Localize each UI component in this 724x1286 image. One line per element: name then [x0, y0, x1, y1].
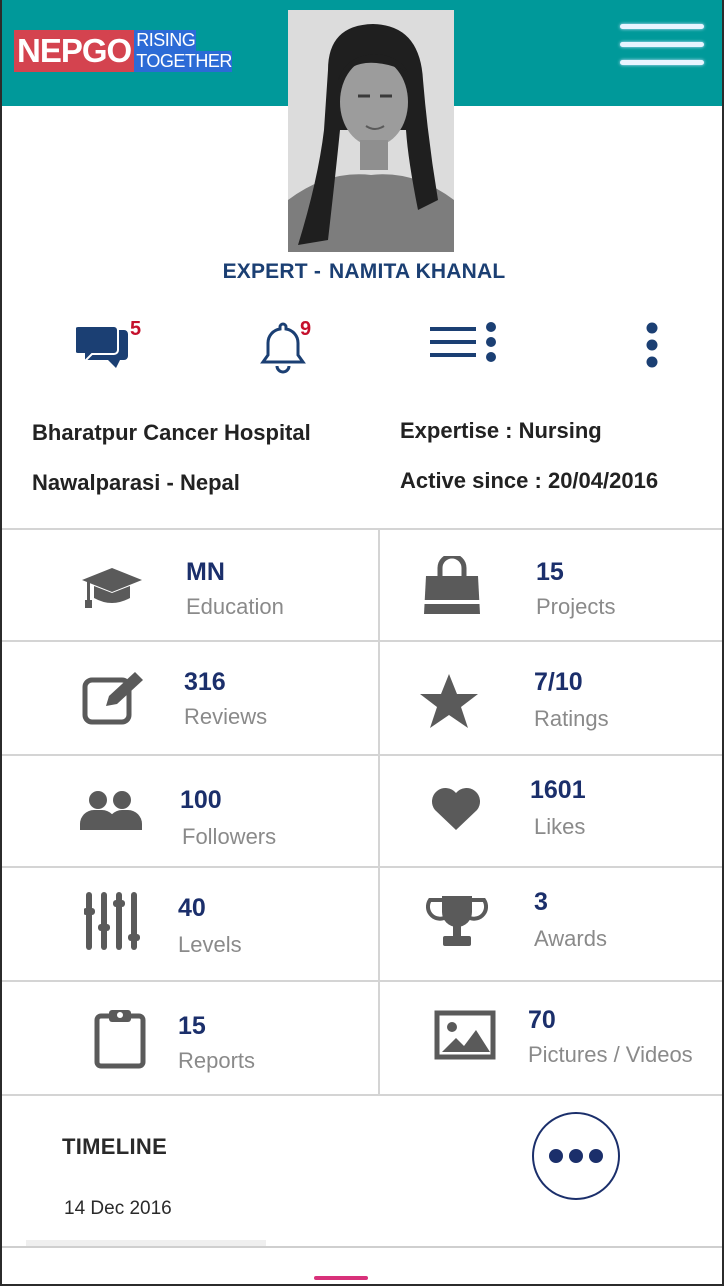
- horizontal-dots-icon[interactable]: [532, 1112, 620, 1200]
- expertise-text: Expertise : Nursing: [400, 418, 602, 443]
- vertical-dots-icon[interactable]: [642, 322, 662, 368]
- star-icon: [418, 672, 480, 735]
- chat-bubbles-icon[interactable]: 5: [73, 318, 141, 374]
- stat-value: 40: [178, 894, 206, 922]
- location-text: Nawalparasi - Nepal: [32, 470, 240, 495]
- stat-label: Reports: [178, 1048, 256, 1073]
- stat-likes[interactable]: 1601 Likes: [380, 756, 722, 866]
- stat-value: 1601: [530, 776, 586, 804]
- heart-icon: [430, 786, 482, 837]
- trophy-icon: [426, 892, 488, 953]
- image-icon: [434, 1010, 496, 1065]
- stat-label: Projects: [536, 594, 616, 619]
- stat-awards[interactable]: 3 Awards: [380, 868, 722, 980]
- tagline-line-2: TOGETHER: [134, 51, 232, 72]
- expert-role: EXPERT -: [222, 260, 322, 283]
- logo-wordmark: NEPGO: [14, 30, 135, 72]
- graduation-cap-icon: [80, 566, 144, 615]
- stat-label: Followers: [182, 824, 277, 849]
- messages-count-badge: 5: [130, 318, 142, 340]
- stat-value: 7/10: [534, 668, 583, 696]
- nepgo-logo[interactable]: NEPGO RISING TOGETHER: [14, 30, 232, 72]
- stat-followers[interactable]: 100 Followers: [2, 756, 378, 866]
- timeline-date: 14 Dec 2016: [64, 1198, 172, 1219]
- stat-reports[interactable]: 15 Reports: [2, 982, 378, 1094]
- tagline-line-1: RISING: [134, 30, 197, 51]
- sliders-icon: [83, 890, 140, 957]
- active-since-text: Active since : 20/04/2016: [400, 468, 659, 493]
- stat-label: Pictures / Videos: [528, 1042, 693, 1067]
- stat-value: 3: [534, 888, 548, 916]
- stat-ratings[interactable]: 7/10 Ratings: [380, 642, 722, 754]
- stat-education[interactable]: MN Education: [2, 528, 378, 640]
- notifications-count-badge: 9: [300, 318, 312, 340]
- list-options-icon[interactable]: [430, 322, 500, 366]
- stat-value: 15: [536, 558, 564, 586]
- stat-value: MN: [186, 558, 225, 586]
- edit-pencil-icon: [82, 672, 146, 731]
- stat-value: 70: [528, 1006, 556, 1034]
- stat-levels[interactable]: 40 Levels: [2, 868, 378, 980]
- stat-label: Likes: [534, 814, 586, 839]
- stat-label: Ratings: [534, 706, 609, 731]
- stat-label: Awards: [534, 926, 607, 951]
- users-icon: [78, 790, 144, 837]
- shopping-bag-icon: [422, 553, 482, 621]
- stat-value: 15: [178, 1012, 206, 1040]
- stat-reviews[interactable]: 316 Reviews: [2, 642, 378, 754]
- stat-label: Education: [186, 594, 284, 619]
- stat-label: Levels: [178, 932, 242, 957]
- hospital-name: Bharatpur Cancer Hospital: [32, 420, 311, 445]
- next-section-preview: [314, 1276, 368, 1280]
- stat-value: 100: [180, 786, 222, 814]
- clipboard-icon: [94, 1008, 148, 1075]
- stat-pictures-videos[interactable]: 70 Pictures / Videos: [380, 982, 722, 1094]
- stat-value: 316: [184, 668, 226, 696]
- divider: [2, 1246, 722, 1248]
- expert-name: NAMITA KHANAL: [329, 260, 506, 283]
- avatar-portrait: [288, 10, 454, 252]
- profile-photo[interactable]: [288, 10, 454, 252]
- expert-title: EXPERT - NAMITA KHANAL: [2, 260, 722, 284]
- hamburger-menu-icon[interactable]: [620, 22, 704, 70]
- logo-tagline: RISING TOGETHER: [134, 30, 232, 72]
- stat-label: Reviews: [184, 704, 268, 729]
- bell-icon[interactable]: 9: [260, 318, 311, 374]
- timeline-title: TIMELINE: [62, 1134, 168, 1159]
- profile-screen: NEPGO RISING TOGETHER EXPERT - NAMITA KHA…: [0, 0, 724, 1286]
- stat-projects[interactable]: 15 Projects: [380, 528, 722, 640]
